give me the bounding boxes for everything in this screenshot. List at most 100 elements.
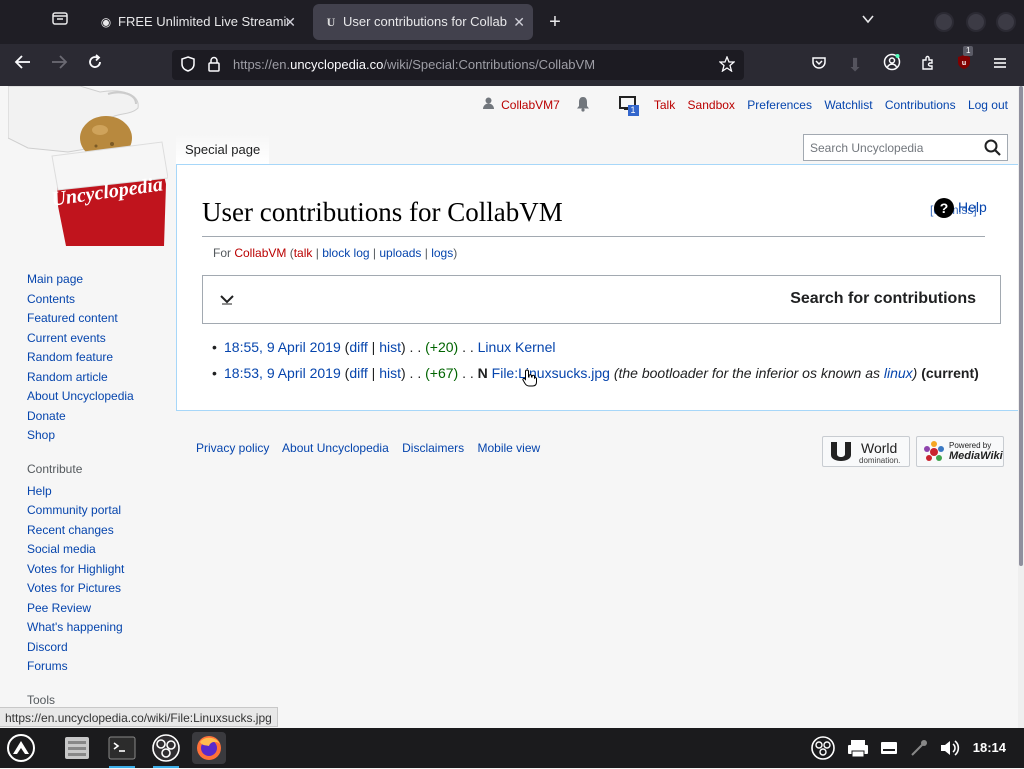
disclaimers-link[interactable]: Disclaimers (402, 441, 464, 455)
sidebar-item-community-portal[interactable]: Community portal (27, 503, 134, 523)
talk-link[interactable]: Talk (654, 98, 675, 112)
terminal-icon[interactable] (105, 732, 139, 768)
expand-chevron-icon[interactable] (219, 294, 235, 308)
start-menu-icon[interactable] (4, 732, 38, 764)
about-link[interactable]: About Uncyclopedia (282, 441, 389, 455)
maximize-window-button[interactable] (966, 12, 986, 32)
clock[interactable]: 18:14 (973, 740, 1006, 755)
tab-overview-icon[interactable] (46, 8, 74, 36)
scrollbar-thumb[interactable] (1019, 86, 1023, 566)
hist-link[interactable]: hist (379, 339, 401, 355)
contributions-link[interactable]: Contributions (885, 98, 956, 112)
sidebar-item-shop[interactable]: Shop (27, 428, 134, 448)
sidebar-item-help[interactable]: Help (27, 484, 134, 504)
subtitle-logs-link[interactable]: logs (431, 246, 453, 260)
current-marker: (current) (921, 365, 979, 381)
sidebar-item-pee-review[interactable]: Pee Review (27, 601, 134, 621)
sidebar-item-main-page[interactable]: Main page (27, 272, 134, 292)
address-bar[interactable]: https://en.uncyclopedia.co/wiki/Special:… (172, 50, 744, 80)
site-logo[interactable]: Uncyclopedia (7, 86, 169, 246)
shield-icon[interactable] (179, 56, 197, 74)
sidebar-item-discord[interactable]: Discord (27, 640, 134, 660)
close-tab-icon[interactable]: ✕ (513, 4, 525, 40)
firefox-icon[interactable] (192, 732, 226, 764)
diff-link[interactable]: diff (349, 365, 367, 381)
minimize-window-button[interactable] (934, 12, 954, 32)
search-contributions-panel[interactable]: Search for contributions (202, 275, 1001, 324)
sidebar-item-featured-content[interactable]: Featured content (27, 311, 134, 331)
clipboard-icon[interactable] (872, 732, 906, 764)
subtitle-paren: ) (453, 246, 458, 260)
sidebar-item-recent-changes[interactable]: Recent changes (27, 523, 134, 543)
subtitle-talk-link[interactable]: talk (294, 246, 313, 260)
edit-comment: (the bootloader for the inferior os know… (614, 365, 918, 381)
printer-icon[interactable] (841, 732, 875, 764)
page-link[interactable]: Linux Kernel (478, 339, 556, 355)
obs-studio-icon[interactable] (149, 732, 183, 768)
account-icon[interactable] (879, 52, 905, 78)
notices-inbox-icon[interactable]: 1 (618, 96, 640, 116)
lock-icon[interactable] (205, 56, 223, 74)
user-page-link[interactable]: CollabVM7 (501, 98, 560, 112)
timestamp-link[interactable]: 18:53, 9 April 2019 (224, 365, 341, 381)
sidebar-item-random-article[interactable]: Random article (27, 370, 134, 390)
tab-contributions[interactable]: U User contributions for Collab ✕ (313, 4, 533, 40)
powered-by-mediawiki-badge[interactable]: Powered by MediaWiki (916, 436, 1004, 467)
browser-tab-bar: ◉ FREE Unlimited Live Streamin ✕ U User … (0, 0, 1024, 44)
sidebar-item-social-media[interactable]: Social media (27, 542, 134, 562)
sidebar-item-votes-pictures[interactable]: Votes for Pictures (27, 581, 134, 601)
subtitle-block-log-link[interactable]: block log (322, 246, 369, 260)
subtitle-uploads-link[interactable]: uploads (379, 246, 421, 260)
network-disconnected-icon[interactable] (902, 732, 936, 764)
forward-arrow-icon[interactable] (46, 52, 72, 78)
sandbox-link[interactable]: Sandbox (688, 98, 735, 112)
world-domination-badge[interactable]: World domination. (822, 436, 910, 467)
hist-link[interactable]: hist (379, 365, 401, 381)
sidebar-item-about[interactable]: About Uncyclopedia (27, 389, 134, 409)
logout-link[interactable]: Log out (968, 98, 1008, 112)
help-link[interactable]: [dismiss] ? Help (930, 196, 998, 220)
sidebar-item-contents[interactable]: Contents (27, 292, 134, 312)
timestamp-link[interactable]: 18:55, 9 April 2019 (224, 339, 341, 355)
sidebar-item-votes-highlight[interactable]: Votes for Highlight (27, 562, 134, 582)
bookmark-star-icon[interactable] (718, 55, 736, 74)
sidebar-item-current-events[interactable]: Current events (27, 331, 134, 351)
tab-streaming[interactable]: ◉ FREE Unlimited Live Streamin ✕ (88, 4, 304, 40)
list-item: 18:55, 9 April 2019 (diff | hist) . . (+… (212, 339, 979, 365)
ublock-origin-icon[interactable]: u 1 (951, 46, 977, 78)
obs-tray-icon[interactable] (806, 732, 840, 764)
back-arrow-icon[interactable] (10, 52, 36, 78)
pocket-icon[interactable] (806, 52, 832, 78)
file-manager-icon[interactable] (60, 732, 94, 764)
sidebar-item-forums[interactable]: Forums (27, 659, 134, 679)
extensions-puzzle-icon[interactable] (915, 52, 941, 78)
close-tab-icon[interactable]: ✕ (284, 4, 296, 40)
watchlist-link[interactable]: Watchlist (824, 98, 872, 112)
tab-special-page[interactable]: Special page (176, 134, 270, 164)
privacy-policy-link[interactable]: Privacy policy (196, 441, 269, 455)
search-icon[interactable] (983, 138, 1003, 158)
sidebar-item-whats-happening[interactable]: What's happening (27, 620, 134, 640)
sidebar-navigation: Main page Contents Featured content Curr… (27, 272, 134, 448)
tab-list-chevron-down-icon[interactable] (854, 8, 882, 36)
new-tab-button[interactable]: + (541, 8, 569, 36)
page-link[interactable]: File:Linuxsucks.jpg (492, 365, 610, 381)
comment-link[interactable]: linux (884, 365, 913, 381)
mobile-view-link[interactable]: Mobile view (477, 441, 540, 455)
reload-icon[interactable] (82, 52, 108, 78)
diff-link[interactable]: diff (349, 339, 367, 355)
volume-icon[interactable] (932, 732, 966, 764)
web-page: Uncyclopedia CollabVM7 1 Talk Sandbox Pr… (0, 86, 1018, 728)
subtitle-user-link[interactable]: CollabVM (234, 246, 286, 260)
close-window-button[interactable] (996, 12, 1016, 32)
sidebar-item-donate[interactable]: Donate (27, 409, 134, 429)
notifications-bell-icon[interactable] (575, 97, 594, 112)
sidebar-item-random-feature[interactable]: Random feature (27, 350, 134, 370)
extension-badge: 1 (963, 46, 974, 56)
size-change: (+67) (425, 365, 459, 381)
download-icon[interactable]: ⬇ (842, 52, 868, 78)
preferences-link[interactable]: Preferences (747, 98, 812, 112)
menu-hamburger-icon[interactable] (987, 52, 1013, 78)
url-text[interactable]: https://en.uncyclopedia.co/wiki/Special:… (233, 57, 595, 72)
search-input[interactable] (804, 135, 979, 160)
